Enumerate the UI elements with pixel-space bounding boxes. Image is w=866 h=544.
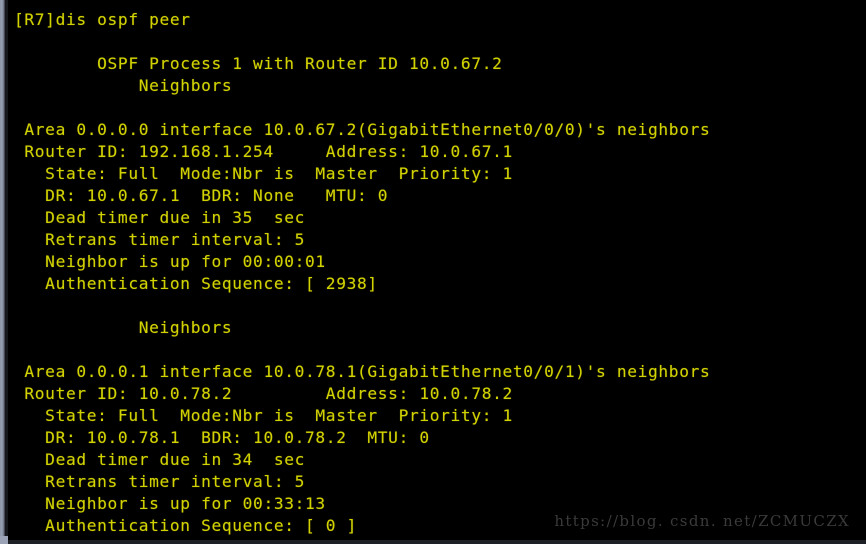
- terminal-line: Area 0.0.0.1 interface 10.0.78.1(Gigabit…: [14, 362, 711, 381]
- terminal-line: Authentication Sequence: [ 0 ]: [14, 516, 357, 535]
- terminal-line: Neighbors: [14, 318, 233, 337]
- terminal-line: Retrans timer interval: 5: [14, 472, 306, 491]
- terminal-line: Authentication Sequence: [ 2938]: [14, 274, 378, 293]
- terminal-line: State: Full Mode:Nbr is Master Priority:…: [14, 406, 513, 425]
- window-bottom-border: [0, 540, 866, 544]
- terminal-line: Area 0.0.0.0 interface 10.0.67.2(Gigabit…: [14, 120, 711, 139]
- terminal-line: Dead timer due in 34 sec: [14, 450, 306, 469]
- terminal-line: Retrans timer interval: 5: [14, 230, 306, 249]
- terminal-line: [R7]dis ospf peer: [14, 10, 191, 29]
- terminal-window: [R7]dis ospf peer OSPF Process 1 with Ro…: [0, 0, 866, 544]
- terminal-output-area[interactable]: [R7]dis ospf peer OSPF Process 1 with Ro…: [8, 0, 866, 540]
- terminal-line: State: Full Mode:Nbr is Master Priority:…: [14, 164, 513, 183]
- terminal-line: Dead timer due in 35 sec: [14, 208, 306, 227]
- terminal-line: Router ID: 10.0.78.2 Address: 10.0.78.2: [14, 384, 513, 403]
- terminal-line: Neighbors: [14, 76, 233, 95]
- terminal-line: DR: 10.0.78.1 BDR: 10.0.78.2 MTU: 0: [14, 428, 430, 447]
- terminal-line: Neighbor is up for 00:00:01: [14, 252, 326, 271]
- terminal-line: DR: 10.0.67.1 BDR: None MTU: 0: [14, 186, 389, 205]
- window-bottom-left-corner: [0, 536, 8, 544]
- terminal-line: Neighbor is up for 00:33:13: [14, 494, 326, 513]
- terminal-line: OSPF Process 1 with Router ID 10.0.67.2: [14, 54, 503, 73]
- terminal-line: Router ID: 192.168.1.254 Address: 10.0.6…: [14, 142, 513, 161]
